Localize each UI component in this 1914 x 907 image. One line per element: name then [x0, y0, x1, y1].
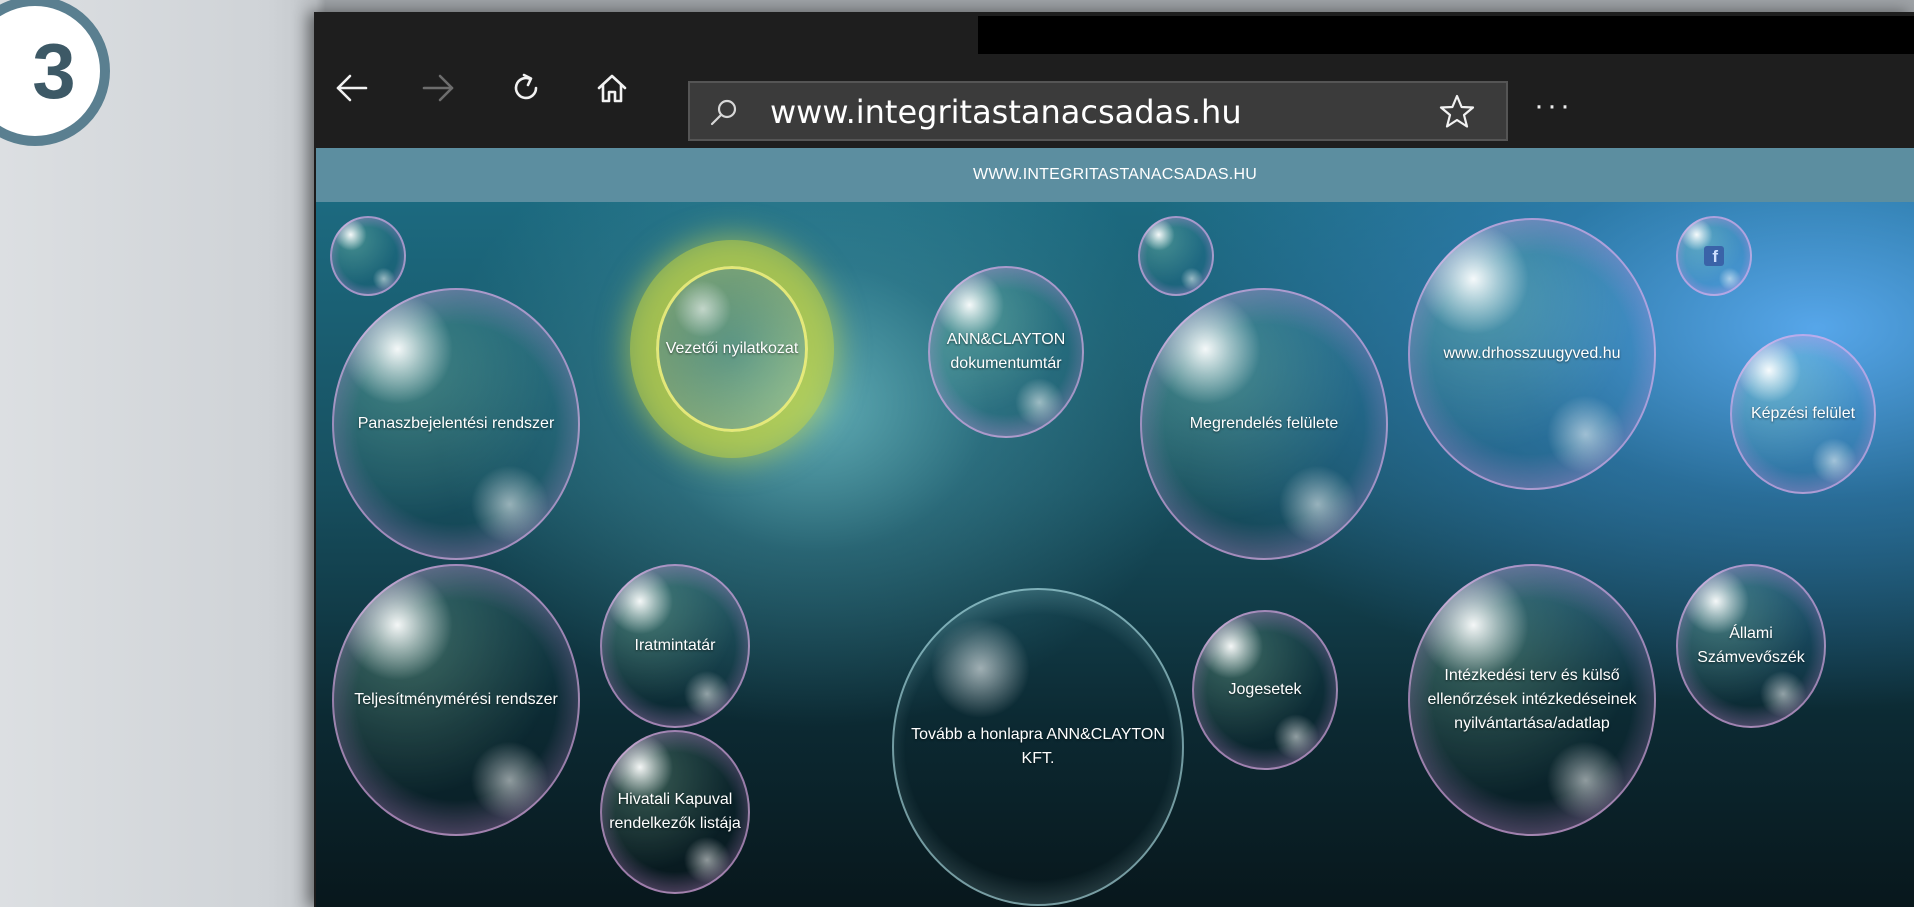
bubble-teljesitmenymeresi-rendszer[interactable]: Teljesítménymérési rendszer — [332, 564, 580, 836]
bubble-annclayton-dokumentumtar[interactable]: ANN&CLAYTON dokumentumtár — [928, 266, 1084, 438]
forward-button[interactable] — [414, 64, 462, 112]
bubble-label: Panaszbejelentési rendszer — [357, 415, 555, 432]
web-page: WWW.INTEGRITASTANACSADAS.HU f Panaszbeje… — [316, 148, 1914, 907]
decorative-bubble — [330, 216, 406, 296]
forward-arrow-icon — [422, 74, 454, 102]
home-button[interactable] — [588, 64, 636, 112]
bubble-vezetoi-nyilatkozat[interactable]: Vezetői nyilatkozat — [656, 266, 808, 432]
bubble-label: Állami Számvevőszék — [1697, 625, 1805, 666]
star-icon[interactable] — [1438, 93, 1476, 136]
title-bar — [314, 12, 1914, 54]
bubble-label: Intézkedési terv és külső ellenőrzések i… — [1427, 667, 1637, 732]
bubble-tovabb-a-honlapra[interactable]: Tovább a honlapra ANN&CLAYTON KFT. — [892, 588, 1184, 906]
facebook-icon: f — [1704, 246, 1724, 266]
back-button[interactable] — [328, 64, 376, 112]
bubble-drhosszuugyved[interactable]: www.drhosszuugyved.hu — [1408, 218, 1656, 490]
bubble-label: Tovább a honlapra ANN&CLAYTON KFT. — [911, 726, 1165, 767]
step-number: 3 — [32, 26, 76, 115]
bubble-allami-szamvevoszek[interactable]: Állami Számvevőszék — [1676, 564, 1826, 728]
bubble-label: www.drhosszuugyved.hu — [1443, 345, 1621, 362]
page-header: WWW.INTEGRITASTANACSADAS.HU — [316, 148, 1914, 202]
more-menu-button[interactable]: ··· — [1534, 91, 1573, 121]
browser-window: www.integritastanacsadas.hu ··· WWW.INTE… — [314, 12, 1914, 907]
search-icon — [708, 97, 740, 134]
refresh-button[interactable] — [502, 64, 550, 112]
bubble-label: Jogesetek — [1228, 681, 1302, 698]
decorative-bubble — [1138, 216, 1214, 296]
bubble-intezkedesi-terv[interactable]: Intézkedési terv és külső ellenőrzések i… — [1408, 564, 1656, 836]
bubble-hivatali-kapu[interactable]: Hivatali Kapuval rendelkezők listája — [600, 730, 750, 894]
bubble-label: Vezetői nyilatkozat — [665, 340, 799, 357]
bubble-kepzesi-felulet[interactable]: Képzési felület — [1730, 334, 1876, 494]
facebook-bubble[interactable]: f — [1676, 216, 1752, 296]
bubble-label: Megrendelés felülete — [1189, 415, 1339, 432]
back-arrow-icon — [336, 74, 368, 102]
bubble-jogesetek[interactable]: Jogesetek — [1192, 610, 1338, 770]
home-icon — [597, 74, 627, 103]
refresh-icon — [514, 73, 538, 100]
bubble-label: Teljesítménymérési rendszer — [354, 691, 558, 708]
bubble-label: Hivatali Kapuval rendelkezők listája — [609, 791, 741, 832]
bubble-panaszbejelentesi-rendszer[interactable]: Panaszbejelentési rendszer — [332, 288, 580, 560]
step-number-badge: 3 — [0, 0, 110, 146]
bubble-label: Képzési felület — [1750, 405, 1856, 422]
bubble-label: ANN&CLAYTON dokumentumtár — [946, 331, 1066, 372]
url-text[interactable]: www.integritastanacsadas.hu — [770, 93, 1242, 131]
bubble-megrendeles-felulete[interactable]: Megrendelés felülete — [1140, 288, 1388, 560]
address-bar[interactable]: www.integritastanacsadas.hu — [688, 81, 1508, 141]
bubble-iratmintatar[interactable]: Iratmintatár — [600, 564, 750, 728]
bubble-label: Iratmintatár — [634, 637, 716, 654]
